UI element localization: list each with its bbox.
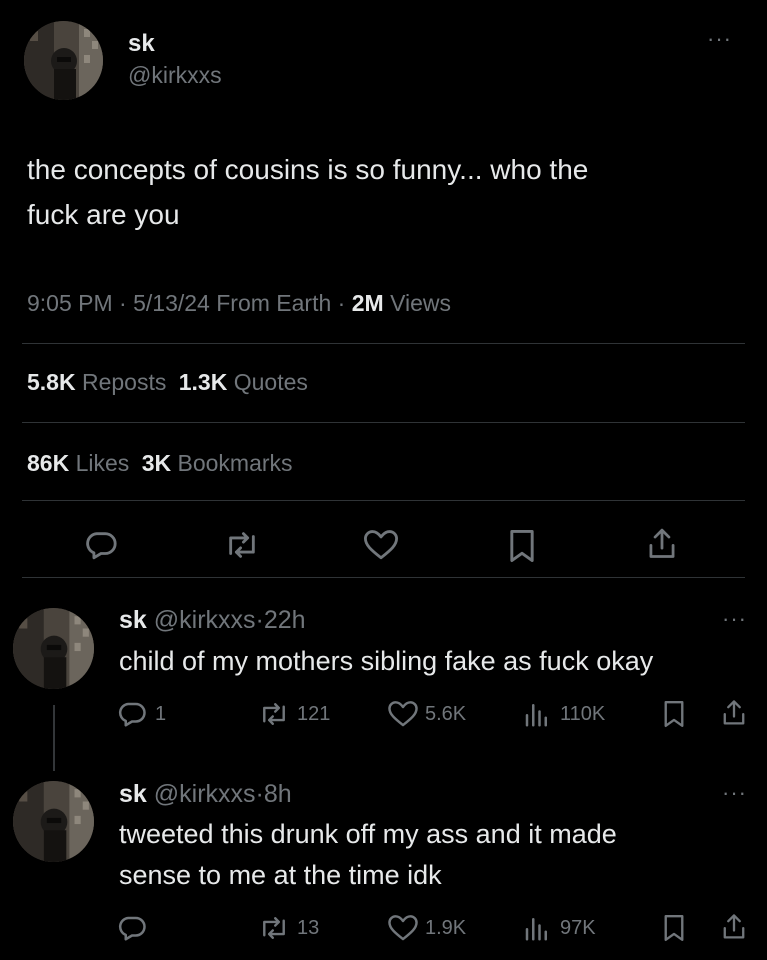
view-count: 97K xyxy=(560,916,596,939)
likes-bookmarks-stats: 86K Likes 3K Bookmarks xyxy=(27,450,293,477)
quotes-count: 1.3K xyxy=(178,369,228,395)
tweet-text-line-2: fuck are you xyxy=(27,199,180,230)
views-count: 2M xyxy=(351,290,384,316)
meta-separator: · xyxy=(337,290,346,316)
bookmarks-count: 3K xyxy=(141,450,172,476)
tweet-time[interactable]: 9:05 PM xyxy=(27,290,113,316)
avatar[interactable] xyxy=(13,608,94,689)
repost-action[interactable]: 121 xyxy=(257,699,330,729)
more-icon[interactable]: ··· xyxy=(707,28,732,50)
repost-count: 121 xyxy=(297,702,331,725)
reply-action[interactable] xyxy=(117,913,147,943)
reply-header: sk @kirkxxs·22h xyxy=(119,606,306,635)
reply-actions: 1 xyxy=(117,699,166,729)
reposts-quotes-stats: 5.8K Reposts 1.3K Quotes xyxy=(27,369,308,396)
like-count: 5.6K xyxy=(425,702,467,725)
like-icon xyxy=(387,699,419,729)
more-icon[interactable]: ··· xyxy=(722,782,747,804)
share-icon[interactable] xyxy=(719,698,749,728)
reply-icon[interactable] xyxy=(84,528,118,562)
views-label: Views xyxy=(390,290,452,316)
share-icon[interactable] xyxy=(645,526,679,562)
meta-separator: · xyxy=(255,780,264,808)
reposts-label: Reposts xyxy=(81,369,167,395)
repost-icon xyxy=(257,699,291,729)
views-icon xyxy=(522,699,552,729)
views-action[interactable]: 110K xyxy=(522,699,605,729)
bookmark-icon[interactable] xyxy=(661,699,687,729)
bookmark-icon[interactable] xyxy=(506,528,538,564)
divider xyxy=(22,343,745,344)
tweet-meta: 9:05 PM · 5/13/24 From Earth · 2M Views xyxy=(27,290,451,317)
bookmarks-label: Bookmarks xyxy=(177,450,293,476)
view-count: 110K xyxy=(560,702,606,725)
divider xyxy=(22,577,745,578)
display-name[interactable]: sk xyxy=(119,780,147,808)
reply-text-line-1: child of my mothers sibling fake as fuck… xyxy=(119,646,654,676)
reply-age[interactable]: 8h xyxy=(264,780,292,808)
reposts-count: 5.8K xyxy=(27,369,76,395)
like-count: 1.9K xyxy=(425,916,467,939)
like-action[interactable]: 1.9K xyxy=(387,913,466,943)
handle[interactable]: @kirkxxs xyxy=(128,62,222,89)
reply-text-line-2: sense to me at the time idk xyxy=(119,860,442,890)
divider xyxy=(22,422,745,423)
reply-header: sk @kirkxxs·8h xyxy=(119,780,292,809)
tweet-text-line-1: the concepts of cousins is so funny... w… xyxy=(27,154,589,185)
handle[interactable]: @kirkxxs xyxy=(154,780,256,808)
likes-stat[interactable]: 86K Likes xyxy=(27,450,136,476)
reply-text-line-1: tweeted this drunk off my ass and it mad… xyxy=(119,819,617,849)
likes-count: 86K xyxy=(27,450,70,476)
like-icon xyxy=(387,913,419,943)
bookmarks-stat[interactable]: 3K Bookmarks xyxy=(142,450,293,476)
display-name[interactable]: sk xyxy=(128,30,155,58)
repost-count: 13 xyxy=(297,916,320,939)
quotes-stat[interactable]: 1.3K Quotes xyxy=(179,369,308,395)
reply-age[interactable]: 22h xyxy=(264,606,306,634)
reposts-stat[interactable]: 5.8K Reposts xyxy=(27,369,173,395)
meta-separator: · xyxy=(119,290,127,316)
reply-icon[interactable] xyxy=(117,699,147,729)
views-action[interactable]: 97K xyxy=(522,913,596,943)
like-action[interactable]: 5.6K xyxy=(387,699,466,729)
meta-separator: · xyxy=(255,606,264,634)
tweet-date[interactable]: 5/13/24 xyxy=(133,290,210,316)
display-name[interactable]: sk xyxy=(119,606,147,634)
repost-icon[interactable] xyxy=(222,528,262,562)
more-icon[interactable]: ··· xyxy=(722,608,747,630)
reply-icon xyxy=(117,913,147,943)
avatar[interactable] xyxy=(24,21,103,100)
tweet-source: From Earth xyxy=(216,290,332,316)
likes-label: Likes xyxy=(75,450,130,476)
handle[interactable]: @kirkxxs xyxy=(154,606,256,634)
divider xyxy=(22,500,745,501)
reply-count: 1 xyxy=(155,702,167,725)
like-icon[interactable] xyxy=(362,528,400,562)
avatar[interactable] xyxy=(13,781,94,862)
repost-icon xyxy=(257,913,291,943)
views-icon xyxy=(522,913,552,943)
bookmark-icon[interactable] xyxy=(661,913,687,943)
quotes-label: Quotes xyxy=(233,369,308,395)
repost-action[interactable]: 13 xyxy=(257,913,319,943)
share-icon[interactable] xyxy=(719,912,749,942)
thread-line xyxy=(53,705,55,771)
